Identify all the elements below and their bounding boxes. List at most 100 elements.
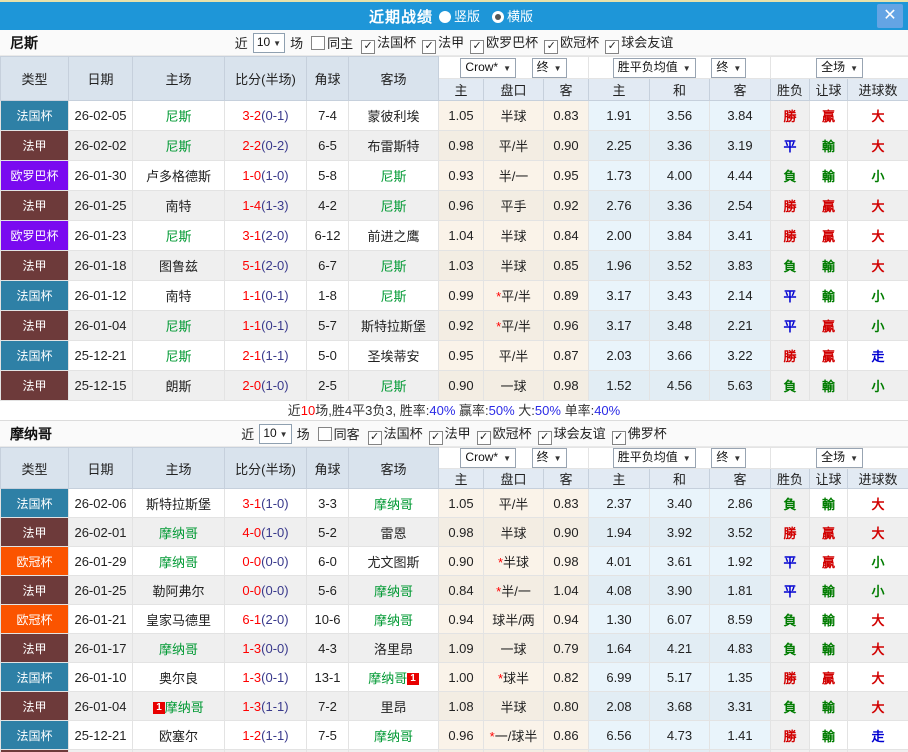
handicap-text: 平/半 — [498, 496, 529, 512]
handicap-text: 球半/两 — [492, 612, 535, 628]
same-venue-checkbox[interactable]: 同主 — [311, 33, 353, 52]
handicap-text: 半球 — [500, 109, 527, 124]
chevron-down-icon: ▼ — [682, 454, 691, 463]
chevron-down-icon: ▼ — [273, 38, 282, 48]
col-odds-home: 主 — [438, 468, 484, 489]
avg-home: 1.94 — [588, 517, 650, 547]
odds-home: 0.98 — [438, 517, 484, 547]
odds-company-value: Crow* — [465, 450, 499, 464]
summary-segment: 大: — [514, 403, 535, 418]
avg-away: 2.14 — [708, 280, 772, 311]
final-odds-select[interactable]: 终 ▼ — [531, 448, 567, 468]
halftime-score: (0-1) — [261, 669, 289, 685]
avg-home: 1.52 — [588, 370, 650, 401]
same-venue-checkbox[interactable]: 同客 — [317, 424, 360, 443]
fulltime-score: 3-1 — [242, 495, 262, 511]
home-team: 尼斯 — [132, 310, 225, 341]
odds-company-select[interactable]: Crow* ▼ — [460, 57, 517, 78]
match-count-select[interactable]: 10 ▼ — [259, 423, 292, 444]
competition-checkbox[interactable]: ✓ 法国杯 — [367, 426, 423, 445]
away-team-name: 尤文图斯 — [367, 554, 420, 570]
match-count-select[interactable]: 10 ▼ — [252, 32, 286, 53]
checkbox-icon: ✓ — [611, 430, 626, 445]
final-odds-select[interactable]: 终 ▼ — [531, 57, 567, 78]
close-button[interactable]: ✕ — [877, 4, 903, 28]
odds-away: 0.85 — [543, 250, 589, 281]
match-row: 法甲 26-01-18 图鲁兹 5-1(2-0) 6-7 尼斯 1.03 半球 0.85 1.96… — [0, 250, 908, 281]
avg-home: 6.99 — [588, 662, 650, 692]
competition-checkbox[interactable]: ✓ 欧冠杯 — [476, 426, 532, 445]
odds-home: 0.94 — [438, 604, 484, 634]
away-team-name: 尼斯 — [380, 199, 407, 214]
goals-result: 小 — [847, 160, 908, 191]
checkbox-icon — [311, 36, 326, 50]
competition-checkbox[interactable]: ✓ 球会友谊 — [605, 34, 674, 54]
scope-select[interactable]: 全场 ▼ — [816, 57, 863, 78]
handicap-text: 一/球半 — [494, 728, 538, 744]
matches-table: 类型 日期 主场 比分(半场) 角球 客场 Crow* ▼ 终 ▼ 胜平负均值 ▼ 终… — [0, 56, 908, 401]
avg-away: 1.41 — [708, 720, 772, 750]
col-goals: 进球数 — [847, 468, 908, 489]
avg-select[interactable]: 胜平负均值 ▼ — [612, 57, 696, 78]
radio-label-vertical[interactable]: 竖版 — [454, 9, 480, 24]
competition-checkbox[interactable]: ✓ 法甲 — [422, 35, 464, 54]
scope-select-value: 全场 — [821, 450, 846, 464]
competition-checkbox[interactable]: ✓ 法国杯 — [361, 35, 416, 54]
avg-final-select[interactable]: 终 ▼ — [711, 448, 747, 468]
filter-bar: 近 10 ▼ 场 同客 ✓ 法国杯 ✓ 法甲 ✓ 欧冠杯 ✓ 球会友谊 ✓ 佛罗杯 — [241, 423, 667, 445]
match-row: 欧冠杯 26-01-29 摩纳哥 0-0(0-0) 6-0 尤文图斯 0.90 *半球 0.98… — [0, 546, 908, 576]
competition-checkbox[interactable]: ✓ 欧罗巴杯 — [470, 35, 538, 54]
odds-away: 0.89 — [543, 280, 589, 311]
fulltime-score: 4-0 — [242, 524, 262, 540]
home-team: 斯特拉斯堡 — [132, 488, 225, 518]
away-team: 雷恩 — [348, 517, 439, 547]
match-result: 負 — [770, 250, 811, 281]
odds-away: 0.87 — [543, 340, 589, 371]
fulltime-score: 2-1 — [242, 348, 262, 363]
layout-radio-vertical[interactable]: 竖版 — [438, 6, 486, 26]
away-team: 摩纳哥 — [348, 488, 439, 518]
fulltime-score: 1-2 — [242, 727, 262, 743]
unit-label: 场 — [296, 427, 310, 442]
away-team: 蒙彼利埃 — [348, 100, 439, 131]
avg-home: 1.91 — [588, 100, 650, 131]
odds-away: 0.94 — [543, 604, 589, 634]
col-type: 类型 — [0, 56, 69, 101]
odds-away: 0.83 — [543, 488, 589, 518]
avg-final-select[interactable]: 终 ▼ — [711, 57, 747, 78]
avg-away: 3.83 — [708, 250, 772, 281]
avg-home: 2.37 — [588, 488, 650, 518]
competition-checkbox[interactable]: ✓ 佛罗杯 — [611, 426, 667, 445]
goals-result: 走 — [847, 340, 908, 371]
avg-away: 8.59 — [708, 604, 772, 634]
away-team-name: 尼斯 — [380, 289, 407, 304]
home-team: 尼斯 — [132, 100, 225, 131]
corner-count: 4-2 — [306, 190, 349, 221]
avg-select-group: 胜平负均值 ▼ 终 ▼ — [587, 447, 772, 469]
match-result: 平 — [770, 546, 811, 576]
odds-home: 1.09 — [438, 633, 484, 663]
competition-checkbox[interactable]: ✓ 欧冠杯 — [544, 35, 599, 54]
handicap-result: 輸 — [809, 720, 849, 750]
away-team-name: 前进之鹰 — [367, 229, 420, 244]
home-team: 摩纳哥 — [132, 517, 225, 547]
away-team: 尼斯 — [348, 250, 439, 281]
handicap: 半球 — [483, 100, 544, 131]
match-result: 勝 — [770, 662, 811, 692]
avg-select[interactable]: 胜平负均值 ▼ — [612, 448, 696, 468]
layout-radio-horizontal[interactable]: 横版 — [492, 6, 539, 26]
radio-selected-icon[interactable] — [492, 10, 504, 23]
odds-company-select[interactable]: Crow* ▼ — [460, 448, 517, 468]
competition-checkbox[interactable]: ✓ 球会友谊 — [537, 426, 606, 445]
halftime-score: (1-1) — [261, 727, 289, 743]
scope-select[interactable]: 全场 ▼ — [816, 448, 863, 468]
radio-label-horizontal[interactable]: 横版 — [507, 9, 533, 24]
handicap: *球半 — [483, 662, 544, 692]
scope-select-group: 全场 ▼ — [770, 56, 908, 79]
radio-icon[interactable] — [438, 10, 451, 23]
score-cell: 0-0(0-0) — [224, 546, 307, 576]
competition-label: 球会友谊 — [621, 34, 674, 50]
checkbox-icon: ✓ — [470, 39, 485, 54]
competition-checkbox[interactable]: ✓ 法甲 — [428, 426, 471, 445]
col-type: 类型 — [0, 447, 69, 489]
